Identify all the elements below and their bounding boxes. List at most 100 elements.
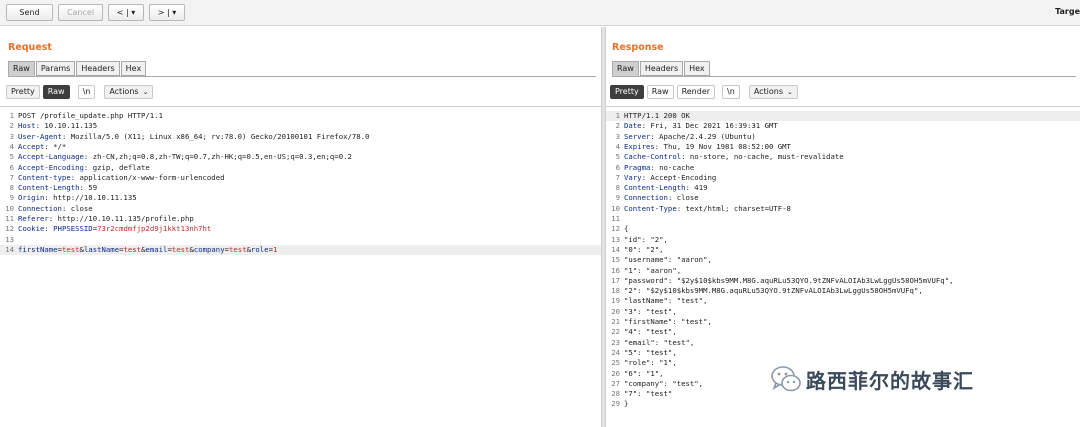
request-raw-button[interactable]: Raw xyxy=(42,84,70,99)
line-text: "email": "test", xyxy=(624,338,694,348)
line-number: 7 xyxy=(9,172,14,182)
request-line[interactable]: 6 Accept-Encoding: gzip, deflate xyxy=(0,163,601,173)
back-button[interactable]: < | ▾ xyxy=(108,4,144,21)
request-pretty-button[interactable]: Pretty xyxy=(6,84,40,99)
request-line[interactable]: 9 Origin: http://10.10.11.135 xyxy=(0,193,601,203)
response-line[interactable]: 24 "5": "test", xyxy=(606,348,1080,358)
request-line[interactable]: 3 User-Agent: Mozilla/5.0 (X11; Linux x86… xyxy=(0,132,601,142)
response-render-button[interactable]: Render xyxy=(676,84,716,99)
request-newline-toggle[interactable]: \n xyxy=(77,84,96,99)
line-number: 4 xyxy=(615,141,620,151)
header-name: Referer xyxy=(18,214,49,223)
response-line[interactable]: 20 "3": "test", xyxy=(606,307,1080,317)
text-segment: : 10.10.11.135 xyxy=(35,121,98,131)
line-text: HTTP/1.1 200 OK xyxy=(624,111,690,121)
text-segment: : 59 xyxy=(79,183,98,193)
response-newline-toggle[interactable]: \n xyxy=(722,84,740,99)
line-text: Expires: Thu, 19 Nov 1981 08:52:00 GMT xyxy=(624,142,791,152)
text-segment: : http://10.10.11.135 xyxy=(44,193,137,203)
response-line[interactable]: 9 Connection: close xyxy=(606,193,1080,203)
header-name: Vary xyxy=(624,172,642,182)
request-line[interactable]: 12 Cookie: PHPSESSID=73r2cmdmfjp2d9j1kkt1… xyxy=(0,224,601,234)
line-number: 15 xyxy=(611,255,620,265)
request-line[interactable]: 14 firstName=test&lastName=test&email=tes… xyxy=(0,244,601,256)
request-line[interactable]: 7 Content-type: application/x-www-form-ur… xyxy=(0,173,601,183)
response-line[interactable]: 14 "0": "2", xyxy=(606,245,1080,255)
text-segment: { xyxy=(624,224,629,234)
line-text: Content-type: application/x-www-form-url… xyxy=(18,173,224,183)
request-line[interactable]: 11 Referer: http://10.10.11.135/profile.p… xyxy=(0,214,601,224)
request-line[interactable]: 5 Accept-Language: zh-CN,zh;q=0.8,zh-TW;q… xyxy=(0,152,601,162)
text-segment: "lastName": "test", xyxy=(624,296,708,306)
response-line[interactable]: 29} xyxy=(606,399,1080,409)
response-line[interactable]: 17 "password": "$2y$10$kbs9MM.M8G.aquRLu5… xyxy=(606,276,1080,286)
request-line[interactable]: 4 Accept: */* xyxy=(0,142,601,152)
response-raw-button[interactable]: Raw xyxy=(646,84,674,99)
response-line[interactable]: 3 Server: Apache/2.4.29 (Ubuntu) xyxy=(606,132,1080,142)
request-tab-hex[interactable]: Hex xyxy=(120,61,147,76)
line-text: "5": "test", xyxy=(624,348,677,358)
text-segment: "1": "aaron", xyxy=(624,265,682,275)
response-line[interactable]: 23 "email": "test", xyxy=(606,338,1080,348)
text-segment: "email": "test", xyxy=(624,337,695,347)
response-tab-hex[interactable]: Hex xyxy=(684,61,710,76)
line-number: 4 xyxy=(9,141,14,151)
line-text: Content-Type: text/html; charset=UTF-8 xyxy=(624,204,791,214)
line-number: 17 xyxy=(611,275,620,285)
send-button[interactable]: Send xyxy=(6,4,53,21)
response-line[interactable]: 7 Vary: Accept-Encoding xyxy=(606,173,1080,183)
header-name: Cookie xyxy=(18,224,45,234)
line-number: 24 xyxy=(611,347,620,357)
text-segment: : Mozilla/5.0 (X11; Linux x86_64; rv:78.… xyxy=(61,131,370,141)
header-name: Content-Length xyxy=(18,183,80,193)
response-tab-raw[interactable]: Raw xyxy=(612,61,639,76)
response-line[interactable]: 6 Pragma: no-cache xyxy=(606,163,1080,173)
response-line[interactable]: 12 { xyxy=(606,224,1080,234)
forward-button[interactable]: > | ▾ xyxy=(149,4,185,21)
response-line[interactable]: 5 Cache-Control: no-store, no-cache, must… xyxy=(606,152,1080,162)
response-tab-headers[interactable]: Headers xyxy=(639,61,684,76)
response-line[interactable]: 11 xyxy=(606,214,1080,224)
line-text: "2": "$2y$10$kbs9MM.M8G.aquRLu53QYO.9tZN… xyxy=(624,286,923,296)
line-number: 13 xyxy=(5,234,14,244)
request-line[interactable]: 10 Connection: close xyxy=(0,204,601,214)
line-text: "firstName": "test", xyxy=(624,317,712,327)
response-line[interactable]: 22 "4": "test", xyxy=(606,327,1080,337)
response-line[interactable]: 16 "1": "aaron", xyxy=(606,266,1080,276)
response-line[interactable]: 1 HTTP/1.1 200 OK xyxy=(606,111,1080,122)
param-value: test xyxy=(123,244,142,254)
response-actions-dropdown[interactable]: Actions ⌄ xyxy=(748,84,798,99)
text-segment: : 419 xyxy=(685,183,708,193)
line-number: 13 xyxy=(611,234,620,244)
request-tab-raw[interactable]: Raw xyxy=(8,61,35,76)
request-line[interactable]: 2 Host: 10.10.11.135 xyxy=(0,121,601,131)
response-line[interactable]: 13 "id": "2", xyxy=(606,235,1080,245)
response-line[interactable]: 15 "username": "aaron", xyxy=(606,255,1080,265)
response-line[interactable]: 8 Content-Length: 419 xyxy=(606,183,1080,193)
request-tab-params[interactable]: Params xyxy=(35,61,76,76)
response-line[interactable]: 19 "lastName": "test", xyxy=(606,296,1080,306)
request-tab-headers[interactable]: Headers xyxy=(76,61,120,76)
cancel-button[interactable]: Cancel xyxy=(58,4,103,21)
request-line[interactable]: 8 Content-Length: 59 xyxy=(0,183,601,193)
header-name: Expires xyxy=(624,141,655,151)
response-pretty-button[interactable]: Pretty xyxy=(610,84,644,99)
text-segment: "7": "test" xyxy=(624,389,673,399)
request-line[interactable]: 1 POST /profile_update.php HTTP/1.1 xyxy=(0,111,601,121)
param-name: PHPSESSID xyxy=(53,224,93,234)
response-line[interactable]: 4 Expires: Thu, 19 Nov 1981 08:52:00 GMT xyxy=(606,142,1080,152)
response-line[interactable]: 10 Content-Type: text/html; charset=UTF-8 xyxy=(606,204,1080,214)
line-text: "6": "1", xyxy=(624,369,664,379)
line-text: firstName=test&lastName=test&email=test&… xyxy=(18,245,277,255)
response-line[interactable]: 18 "2": "$2y$10$kbs9MM.M8G.aquRLu53QYO.9t… xyxy=(606,286,1080,296)
response-line[interactable]: 2 Date: Fri, 31 Dec 2021 16:39:31 GMT xyxy=(606,121,1080,131)
line-text: Content-Length: 419 xyxy=(624,183,707,193)
line-number: 2 xyxy=(615,121,620,131)
request-actions-dropdown[interactable]: Actions ⌄ xyxy=(104,84,154,99)
request-editor[interactable]: 1 POST /profile_update.php HTTP/1.1 2 Host:… xyxy=(0,106,601,427)
target-label[interactable]: Targe xyxy=(1055,7,1080,16)
request-view-bar: Pretty Raw \n Actions ⌄ xyxy=(6,84,156,99)
request-line[interactable]: 13 xyxy=(0,235,601,245)
line-number: 12 xyxy=(611,224,620,234)
response-line[interactable]: 21 "firstName": "test", xyxy=(606,317,1080,327)
